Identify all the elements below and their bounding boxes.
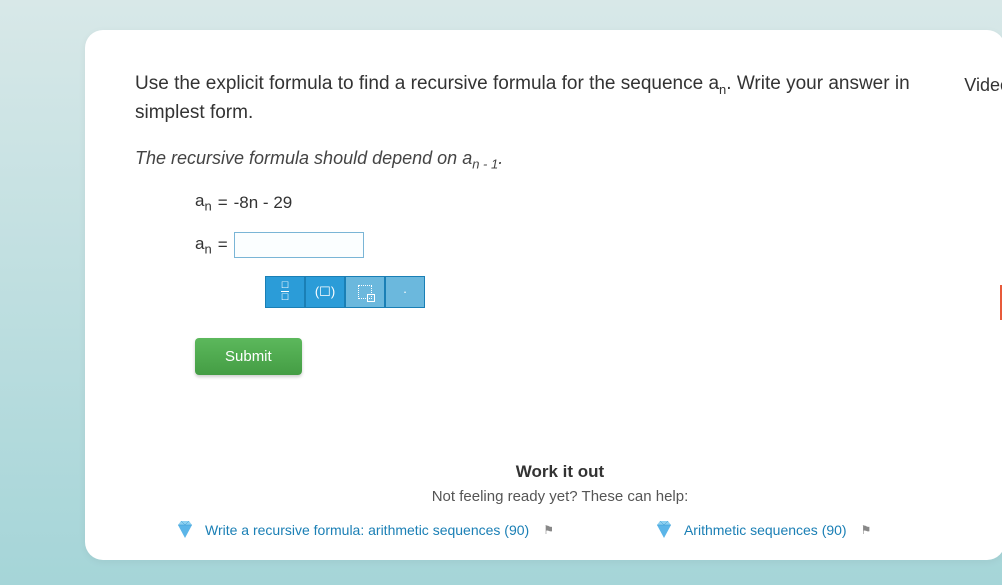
given-formula: an = -8n - 29 <box>195 191 955 213</box>
subscript-button[interactable] <box>345 276 385 308</box>
diamond-icon <box>175 520 195 540</box>
math-toolbar: ☐ ☐ (☐) · <box>265 276 955 308</box>
answer-formula: an = <box>195 232 955 258</box>
question-part1: Use the explicit formula to find a recur… <box>135 73 708 94</box>
not-ready-text: Not feeling ready yet? These can help: <box>135 488 985 505</box>
help-link-label: Write a recursive formula: arithmetic se… <box>205 522 529 538</box>
dot-icon: · <box>403 284 407 299</box>
diamond-icon <box>654 520 674 540</box>
footer-section: Work it out Not feeling ready yet? These… <box>135 462 985 540</box>
help-links: Write a recursive formula: arithmetic se… <box>135 520 985 540</box>
help-link-arithmetic[interactable]: Arithmetic sequences (90) ⚑ <box>654 520 871 540</box>
sequence-var: an <box>708 73 726 94</box>
fraction-button[interactable]: ☐ ☐ <box>265 276 305 308</box>
parentheses-button[interactable]: (☐) <box>305 276 345 308</box>
paren-icon: (☐) <box>315 284 335 300</box>
help-link-label: Arithmetic sequences (90) <box>684 522 847 538</box>
work-it-out-heading: Work it out <box>135 462 985 482</box>
dot-button[interactable]: · <box>385 276 425 308</box>
problem-card: Video Use the explicit formula to find a… <box>85 30 1002 560</box>
bookmark-icon: ⚑ <box>861 523 872 537</box>
question-text: Use the explicit formula to find a recur… <box>135 70 915 128</box>
help-link-recursive[interactable]: Write a recursive formula: arithmetic se… <box>175 520 554 540</box>
fraction-icon: ☐ ☐ <box>281 281 289 302</box>
instruction-var: an - 1 <box>462 148 498 168</box>
instruction-text: The recursive formula should depend on a… <box>135 148 955 172</box>
bookmark-icon: ⚑ <box>543 523 554 537</box>
answer-input[interactable] <box>234 232 364 258</box>
video-link[interactable]: Video <box>964 75 1002 96</box>
submit-button[interactable]: Submit <box>195 338 302 375</box>
subscript-icon <box>358 285 372 299</box>
